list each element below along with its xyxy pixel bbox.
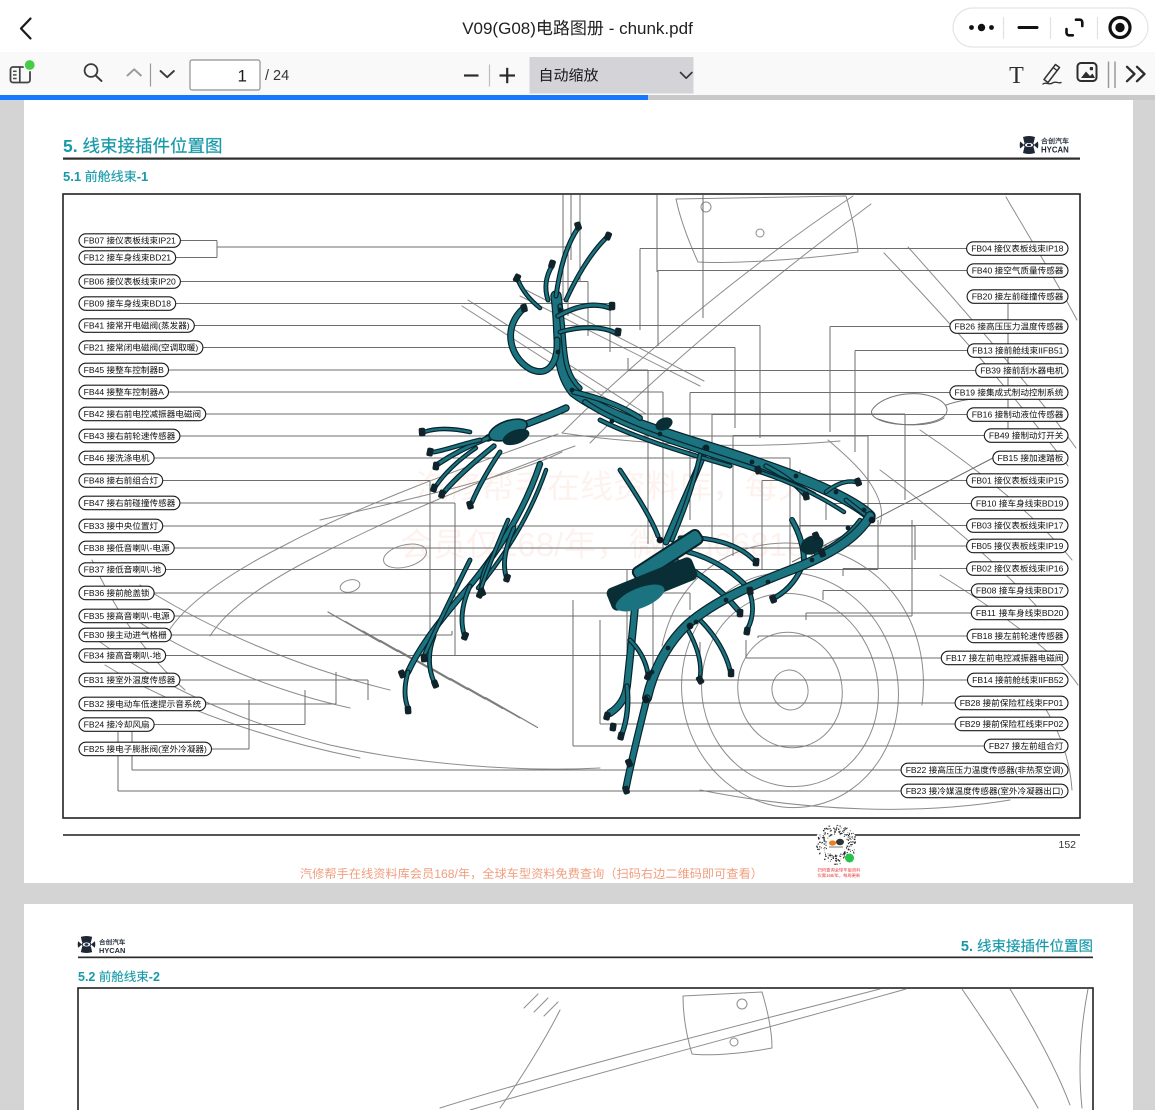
svg-text:HYCAN: HYCAN — [99, 946, 125, 955]
svg-text:FB48: FB48 — [84, 476, 105, 486]
svg-text:FB21: FB21 — [84, 343, 105, 353]
svg-text:): ) — [187, 321, 190, 331]
svg-text:FB29: FB29 — [960, 719, 981, 729]
svg-text:FB19: FB19 — [955, 388, 976, 398]
svg-text:FB32: FB32 — [84, 699, 105, 709]
svg-text:FB47: FB47 — [84, 498, 105, 508]
svg-text:FB41: FB41 — [84, 321, 105, 331]
svg-text:FP01: FP01 — [1043, 698, 1064, 708]
svg-text:FB35: FB35 — [84, 611, 105, 621]
svg-text:BD20: BD20 — [1042, 608, 1064, 618]
svg-text:): ) — [195, 343, 198, 353]
svg-text:-: - — [150, 611, 153, 621]
svg-text:IP17: IP17 — [1046, 521, 1064, 531]
svg-text:FB30: FB30 — [84, 630, 105, 640]
svg-text:FB44: FB44 — [84, 387, 105, 397]
svg-text:FB11: FB11 — [976, 608, 996, 618]
svg-text:): ) — [204, 744, 207, 754]
svg-text:5.: 5. — [63, 136, 78, 156]
svg-text:/ 24: / 24 — [265, 68, 289, 84]
svg-text:BD17: BD17 — [1042, 586, 1064, 596]
svg-text:(: ( — [1015, 765, 1018, 775]
svg-text:-: - — [150, 565, 153, 575]
svg-text:A: A — [158, 387, 164, 397]
svg-text:FB01: FB01 — [971, 476, 992, 486]
svg-text:IP21: IP21 — [158, 236, 176, 246]
svg-text:168/: 168/ — [434, 867, 458, 881]
svg-text:(: ( — [158, 744, 161, 754]
svg-text:IP16: IP16 — [1046, 564, 1064, 574]
svg-text:FB43: FB43 — [84, 431, 105, 441]
svg-text:): ) — [1061, 786, 1064, 796]
svg-text:IP19: IP19 — [1046, 541, 1064, 551]
svg-text:FB14: FB14 — [972, 675, 993, 685]
svg-text:IP20: IP20 — [158, 277, 176, 287]
svg-text:T: T — [1009, 63, 1024, 89]
svg-text:FB33: FB33 — [84, 521, 105, 531]
svg-text:1: 1 — [238, 67, 247, 86]
svg-text:FB25: FB25 — [84, 744, 105, 754]
svg-text:FB05: FB05 — [971, 541, 992, 551]
svg-text:5.2: 5.2 — [78, 970, 95, 984]
svg-text:FB16: FB16 — [972, 410, 993, 420]
svg-text:IIFB51: IIFB51 — [1038, 346, 1064, 356]
svg-text:FB26: FB26 — [955, 322, 976, 332]
svg-text:FB10: FB10 — [976, 499, 997, 509]
svg-text:FB22: FB22 — [906, 765, 927, 775]
svg-text:(: ( — [158, 343, 161, 353]
svg-text:168/: 168/ — [826, 873, 835, 878]
svg-text:FB08: FB08 — [976, 586, 997, 596]
svg-text:IP15: IP15 — [1046, 476, 1064, 486]
svg-text:FB04: FB04 — [971, 244, 992, 254]
svg-text:FB42: FB42 — [84, 409, 105, 419]
svg-text:FB46: FB46 — [84, 453, 105, 463]
svg-text:FB45: FB45 — [84, 365, 105, 375]
svg-text:FB12: FB12 — [84, 253, 105, 263]
svg-text:V09(G08): V09(G08) — [462, 19, 536, 38]
svg-text:(: ( — [998, 786, 1001, 796]
svg-text:BD18: BD18 — [150, 299, 172, 309]
svg-text:FB36: FB36 — [84, 588, 105, 598]
svg-text:HYCAN: HYCAN — [1041, 146, 1069, 155]
svg-text:IIFB52: IIFB52 — [1038, 675, 1064, 685]
svg-text:BD19: BD19 — [1042, 499, 1064, 509]
svg-text:FB09: FB09 — [84, 299, 105, 309]
svg-text:FB18: FB18 — [972, 631, 993, 641]
svg-text:FB39: FB39 — [980, 366, 1001, 376]
svg-text:FB28: FB28 — [960, 698, 981, 708]
svg-text:): ) — [1061, 765, 1064, 775]
svg-text:FB07: FB07 — [84, 236, 105, 246]
svg-text:-: - — [150, 651, 153, 661]
svg-text:FB27: FB27 — [989, 741, 1010, 751]
svg-text:FB40: FB40 — [972, 266, 993, 276]
svg-text:FB37: FB37 — [84, 565, 105, 575]
svg-text:(: ( — [158, 321, 161, 331]
svg-text:FB13: FB13 — [972, 346, 993, 356]
svg-text:- chunk.pdf: - chunk.pdf — [609, 19, 693, 38]
svg-text:FB17: FB17 — [946, 653, 967, 663]
svg-text:-2: -2 — [149, 970, 160, 984]
svg-text:5.1: 5.1 — [63, 169, 81, 184]
svg-text:-1: -1 — [137, 169, 149, 184]
svg-text:FB20: FB20 — [972, 292, 993, 302]
svg-text:FB15: FB15 — [998, 453, 1019, 463]
svg-text:FB06: FB06 — [84, 277, 105, 287]
svg-text:FP02: FP02 — [1043, 719, 1064, 729]
svg-text:FB24: FB24 — [84, 720, 105, 730]
svg-text:152: 152 — [1059, 839, 1077, 851]
svg-text:B: B — [158, 365, 164, 375]
svg-text:FB49: FB49 — [989, 431, 1010, 441]
svg-text:FB02: FB02 — [971, 564, 992, 574]
svg-text:5.: 5. — [961, 939, 973, 955]
svg-text:IP18: IP18 — [1046, 244, 1064, 254]
svg-text:FB23: FB23 — [906, 786, 927, 796]
svg-text:FB31: FB31 — [84, 675, 105, 685]
svg-text:FB38: FB38 — [84, 543, 105, 553]
svg-text:BD21: BD21 — [150, 253, 172, 263]
svg-text:FB03: FB03 — [971, 521, 992, 531]
svg-text:FB34: FB34 — [84, 651, 105, 661]
svg-text:-: - — [150, 543, 153, 553]
